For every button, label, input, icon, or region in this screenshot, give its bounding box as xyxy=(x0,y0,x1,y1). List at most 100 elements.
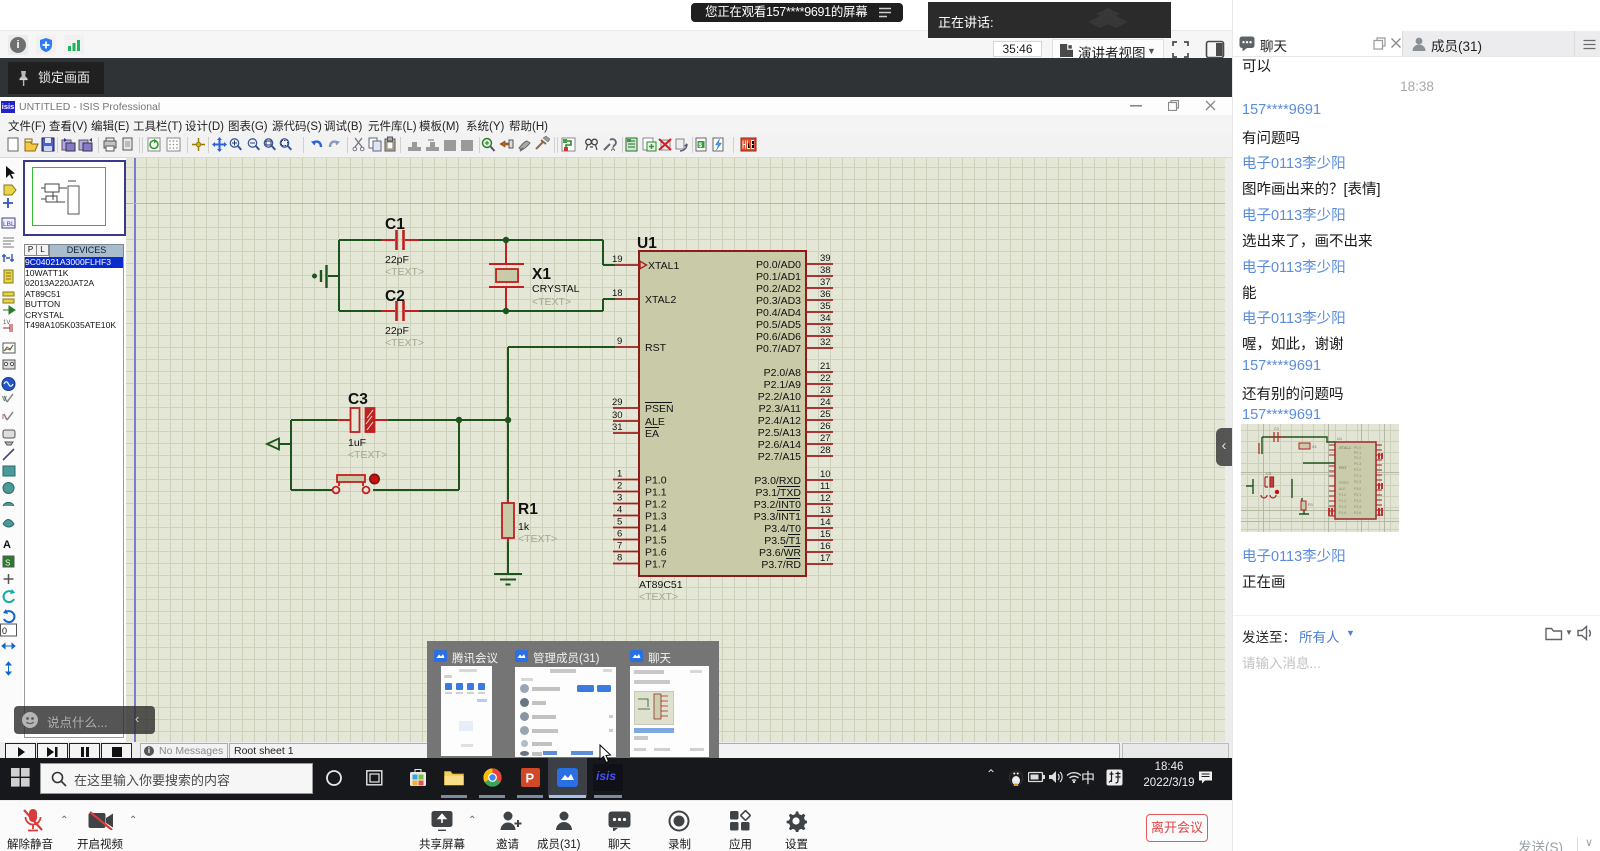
svg-text:X1: X1 xyxy=(1312,444,1318,449)
svg-text:ALE: ALE xyxy=(645,416,665,428)
svg-text:C1: C1 xyxy=(385,216,405,233)
svg-text:26: 26 xyxy=(820,421,831,432)
svg-text:P1.4: P1.4 xyxy=(1339,505,1346,509)
svg-text:C3: C3 xyxy=(1266,471,1272,476)
svg-text:7: 7 xyxy=(617,541,622,552)
svg-text:PSEN: PSEN xyxy=(1339,481,1349,485)
svg-text:XTAL1: XTAL1 xyxy=(648,260,679,272)
svg-text:1V: 1V xyxy=(3,320,10,326)
svg-text:27: 27 xyxy=(820,433,831,444)
svg-text:P2.5/A13: P2.5/A13 xyxy=(758,427,801,439)
svg-text:11: 11 xyxy=(820,481,830,492)
svg-text:P3.6/WR: P3.6/WR xyxy=(759,547,801,559)
svg-text:P2.2/A10: P2.2/A10 xyxy=(758,391,801,403)
svg-text:P2.3: P2.3 xyxy=(1354,480,1361,484)
svg-text:25: 25 xyxy=(820,409,831,420)
svg-text:28: 28 xyxy=(820,445,831,456)
svg-text:P3.0: P3.0 xyxy=(1354,487,1361,491)
svg-text:34: 34 xyxy=(820,313,831,324)
svg-text:<TEXT>: <TEXT> xyxy=(639,591,678,603)
svg-text:35: 35 xyxy=(820,301,831,312)
svg-text:$: $ xyxy=(699,142,703,149)
svg-text:P2.4/A12: P2.4/A12 xyxy=(758,415,801,427)
svg-text:P2.6/A14: P2.6/A14 xyxy=(758,439,801,451)
svg-text:23: 23 xyxy=(820,385,831,396)
svg-text:39: 39 xyxy=(820,253,831,264)
svg-text:1: 1 xyxy=(617,469,622,480)
svg-text:P0.7/AD7: P0.7/AD7 xyxy=(756,343,801,355)
svg-text:P0.1/AD1: P0.1/AD1 xyxy=(756,271,801,283)
svg-text:<TEXT>: <TEXT> xyxy=(532,296,571,308)
svg-text:24: 24 xyxy=(820,397,831,408)
svg-text:17: 17 xyxy=(820,553,831,564)
svg-text:P1.3: P1.3 xyxy=(645,511,667,523)
svg-text:9: 9 xyxy=(617,336,622,347)
svg-text:P3.3/INT1: P3.3/INT1 xyxy=(754,511,801,523)
svg-text:29: 29 xyxy=(612,397,623,408)
svg-text:P1.6: P1.6 xyxy=(645,547,667,559)
svg-text:1k: 1k xyxy=(518,521,530,533)
svg-text:5: 5 xyxy=(617,517,622,528)
svg-text:P2.1/A9: P2.1/A9 xyxy=(764,379,802,391)
svg-text:P3.2/INT0: P3.2/INT0 xyxy=(754,499,801,511)
svg-text:EA: EA xyxy=(645,428,659,440)
svg-text:3: 3 xyxy=(617,493,622,504)
svg-text:16: 16 xyxy=(820,541,831,552)
svg-text:P0.3/AD3: P0.3/AD3 xyxy=(756,295,801,307)
svg-text:<TEXT>: <TEXT> xyxy=(385,266,424,278)
svg-text:P1.1: P1.1 xyxy=(645,487,667,499)
svg-text:30: 30 xyxy=(612,410,623,421)
svg-text:P1.0: P1.0 xyxy=(645,475,667,487)
svg-text:A: A xyxy=(3,539,11,551)
svg-text:P3.5/T1: P3.5/T1 xyxy=(764,535,801,547)
svg-text:P2.7/A15: P2.7/A15 xyxy=(758,451,801,463)
svg-text:31: 31 xyxy=(612,422,623,433)
svg-text:P0.5/AD5: P0.5/AD5 xyxy=(756,319,801,331)
svg-text:LBL: LBL xyxy=(3,221,15,228)
svg-text:RST: RST xyxy=(645,342,667,354)
svg-text:RST: RST xyxy=(1339,465,1348,470)
svg-text:P3.7/RD: P3.7/RD xyxy=(761,559,801,571)
svg-text:22pF: 22pF xyxy=(385,325,409,337)
svg-text:33: 33 xyxy=(820,325,831,336)
svg-text:P1.2: P1.2 xyxy=(645,499,667,511)
svg-text:P3.4/T0: P3.4/T0 xyxy=(764,523,801,535)
svg-text:U1: U1 xyxy=(637,235,657,252)
svg-text:P3.0/RXD: P3.0/RXD xyxy=(754,475,801,487)
svg-text:P3.1: P3.1 xyxy=(1354,493,1361,497)
svg-text:19: 19 xyxy=(612,254,623,265)
svg-text:15: 15 xyxy=(820,529,831,540)
svg-text:13: 13 xyxy=(820,505,831,516)
svg-text:6: 6 xyxy=(617,529,622,540)
svg-text:10: 10 xyxy=(820,469,831,480)
svg-text:P3.4: P3.4 xyxy=(1354,505,1361,509)
svg-text:P0.4/AD4: P0.4/AD4 xyxy=(756,307,801,319)
svg-text:P1.6: P1.6 xyxy=(1339,511,1346,515)
svg-text:P: P xyxy=(526,771,535,786)
svg-text:P1.2: P1.2 xyxy=(1339,499,1346,503)
svg-text:4: 4 xyxy=(617,505,622,516)
svg-text:ALE: ALE xyxy=(1339,487,1346,491)
svg-text:38: 38 xyxy=(820,265,831,276)
svg-text:<TEXT>: <TEXT> xyxy=(348,449,387,461)
svg-text:P2.1: P2.1 xyxy=(1354,474,1361,478)
svg-text:P0.3: P0.3 xyxy=(1354,462,1361,466)
svg-text:22: 22 xyxy=(820,373,831,384)
svg-text:C3: C3 xyxy=(348,391,368,408)
svg-text:P1.4: P1.4 xyxy=(645,523,667,535)
svg-text:1uF: 1uF xyxy=(348,437,366,449)
svg-text:C2: C2 xyxy=(385,288,405,305)
svg-text:P0.0/AD0: P0.0/AD0 xyxy=(756,259,801,271)
svg-text:P0.6/AD6: P0.6/AD6 xyxy=(756,331,801,343)
svg-text:P3.1/TXD: P3.1/TXD xyxy=(755,487,801,499)
svg-text:PSEN: PSEN xyxy=(645,403,674,415)
svg-text:U1: U1 xyxy=(1337,436,1343,441)
svg-text:2: 2 xyxy=(617,481,622,492)
svg-text:P2.3/A11: P2.3/A11 xyxy=(759,403,802,415)
svg-text:18: 18 xyxy=(612,288,623,299)
svg-text:36: 36 xyxy=(820,289,831,300)
svg-text:12: 12 xyxy=(820,493,831,504)
svg-text:32: 32 xyxy=(820,337,831,348)
svg-text:R1: R1 xyxy=(1308,502,1314,507)
svg-text:P3.2: P3.2 xyxy=(1354,499,1361,503)
